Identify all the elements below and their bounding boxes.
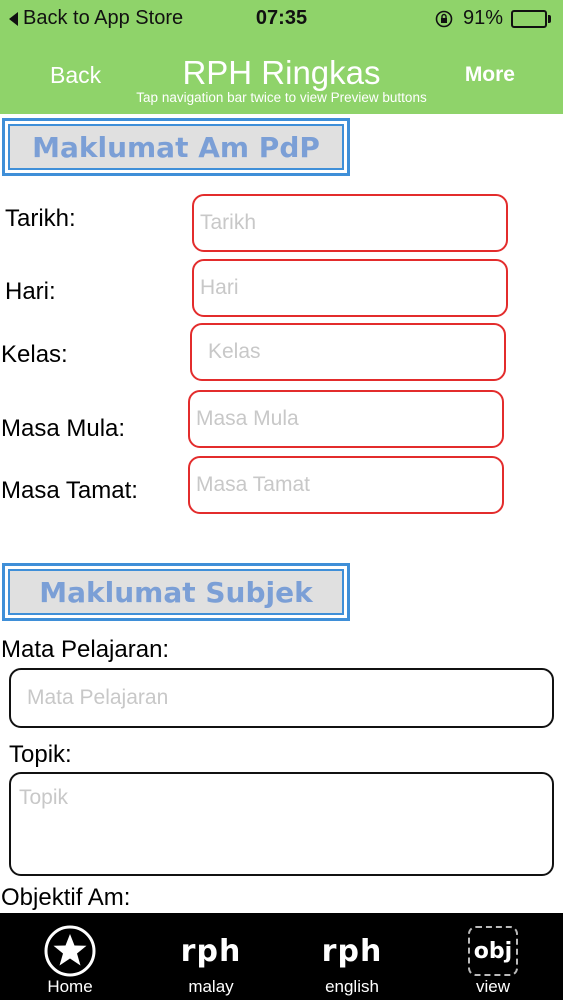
tarikh-input[interactable] [192,194,508,252]
battery-percent: 91% [462,7,503,29]
section-heading-general: Maklumat Am PdP [2,118,350,176]
status-bar: Back to App Store 07:35 91% [0,0,563,38]
kelas-input[interactable] [190,323,506,381]
masa-tamat-input[interactable] [188,456,504,514]
back-to-app-store-label: Back to App Store [23,7,184,29]
tab-english-label: english [325,977,379,996]
masa-mula-input[interactable] [188,390,504,448]
masa-tamat-label: Masa Tamat: [1,477,138,504]
masa-mula-label: Masa Mula: [1,415,126,442]
tab-bar: Home rph malay rph english obj view [0,913,563,1000]
obj-icon: obj [423,925,563,977]
back-to-app-store-link[interactable]: Back to App Store [9,7,183,30]
hari-label: Hari: [5,278,56,305]
back-arrow-icon [9,11,18,26]
tab-view[interactable]: obj view [423,913,563,1000]
star-icon [0,925,140,977]
topik-textarea[interactable] [9,772,554,876]
mata-pelajaran-input[interactable] [9,668,554,728]
tarikh-label: Tarikh: [5,205,76,232]
tab-home-label: Home [47,977,93,996]
navigation-hint: Tap navigation bar twice to view Preview… [136,90,427,105]
hari-input[interactable] [192,259,508,317]
mata-pelajaran-label: Mata Pelajaran: [1,636,170,663]
more-button[interactable]: More [465,63,515,87]
section-heading-general-label: Maklumat Am PdP [8,124,344,170]
tab-view-label: view [475,977,510,996]
rph-icon: rph [321,933,383,969]
rotation-lock-icon [435,10,453,28]
rph-icon: rph [180,933,242,969]
section-heading-subject: Maklumat Subjek [2,563,350,621]
header: Back to App Store 07:35 91% Back RPH Rin… [0,0,563,114]
tab-english[interactable]: rph english [282,913,422,1000]
tab-home[interactable]: Home [0,913,140,1000]
objektif-am-label: Objektif Am: [1,884,131,911]
kelas-label: Kelas: [1,341,68,368]
topik-label: Topik: [9,741,72,768]
tab-malay-label: malay [188,977,234,996]
tab-malay[interactable]: rph malay [141,913,281,1000]
section-heading-subject-label: Maklumat Subjek [8,569,344,615]
status-right: 91% [435,7,551,30]
battery-icon [511,9,551,28]
